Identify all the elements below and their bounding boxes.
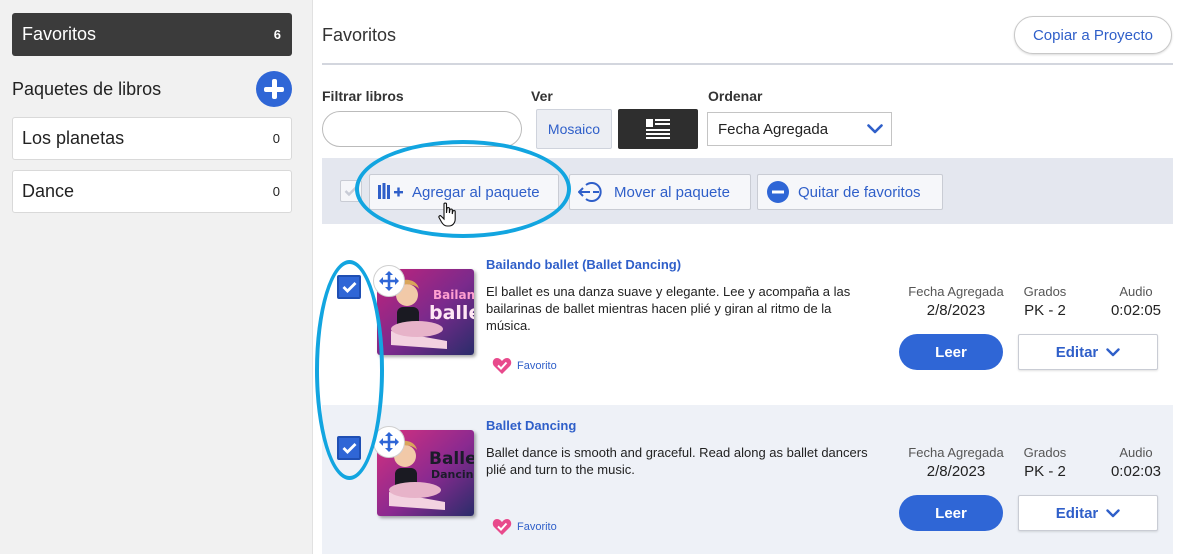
date-added-header: Fecha Agregada: [908, 284, 1004, 299]
svg-text:Bailando: Bailando: [433, 288, 474, 302]
date-added-header: Fecha Agregada: [908, 445, 1004, 460]
check-icon: [342, 443, 356, 454]
book-row: Bailando ballet Bailando ballet (Ballet …: [322, 244, 1173, 404]
add-to-package-label: Agregar al paquete: [412, 183, 540, 201]
book-title[interactable]: Bailando ballet (Ballet Dancing): [486, 257, 681, 272]
grades-value: PK - 2: [1024, 463, 1066, 480]
edit-label: Editar: [1055, 504, 1099, 522]
heart-icon: [492, 519, 512, 535]
list-view-button[interactable]: [618, 109, 698, 149]
package-label: Los planetas: [22, 128, 125, 148]
svg-text:ballet: ballet: [429, 302, 474, 324]
book-row: Ballet Dancing Ballet Dancing Ballet dan…: [322, 405, 1173, 554]
select-all-checkbox[interactable]: [340, 180, 362, 202]
edit-button[interactable]: Editar: [1018, 334, 1158, 370]
sidebar-item-package[interactable]: Los planetas 0: [12, 117, 292, 160]
add-books-icon: [378, 183, 403, 199]
sidebar: Favoritos 6 Paquetes de libros Los plane…: [0, 0, 304, 554]
grades-value: PK - 2: [1024, 302, 1066, 319]
drag-handle[interactable]: [373, 426, 405, 458]
mosaic-view-button[interactable]: Mosaico: [536, 109, 612, 149]
edit-label: Editar: [1055, 343, 1099, 361]
list-view-icon: [646, 119, 670, 139]
remove-from-favorites-label: Quitar de favoritos: [798, 183, 921, 201]
view-label: Ver: [531, 88, 553, 104]
sidebar-item-package[interactable]: Dance 0: [12, 170, 292, 213]
svg-text:Dancing: Dancing: [431, 468, 474, 481]
read-button[interactable]: Leer: [899, 334, 1003, 370]
package-count: 0: [272, 184, 280, 199]
packages-title: Paquetes de libros: [12, 78, 162, 99]
hand-cursor-icon: [438, 202, 456, 227]
check-icon: [344, 186, 358, 197]
packages-header: Paquetes de libros: [12, 71, 292, 107]
heart-icon: [492, 358, 512, 374]
package-count: 0: [272, 131, 280, 146]
divider: [322, 63, 1173, 65]
date-added-value: 2/8/2023: [926, 302, 986, 319]
book-title[interactable]: Ballet Dancing: [486, 418, 576, 433]
drag-handle[interactable]: [373, 265, 405, 297]
minus-circle-icon: [767, 181, 789, 203]
move-to-package-button[interactable]: Mover al paquete: [569, 174, 751, 210]
read-button[interactable]: Leer: [899, 495, 1003, 531]
package-label: Dance: [22, 181, 75, 201]
add-to-package-button[interactable]: Agregar al paquete: [369, 174, 559, 210]
favorite-toggle[interactable]: Favorito: [492, 357, 557, 375]
move-icon: [578, 182, 602, 202]
book-checkbox[interactable]: [337, 275, 361, 299]
chevron-down-icon: [1106, 347, 1120, 356]
copy-to-project-button[interactable]: Copiar a Proyecto: [1014, 16, 1172, 54]
book-checkbox[interactable]: [337, 436, 361, 460]
sidebar-item-favorites[interactable]: Favoritos 6: [12, 13, 292, 56]
page-title: Favoritos: [322, 25, 397, 45]
sidebar-item-count: 6: [273, 27, 281, 42]
favorite-toggle[interactable]: Favorito: [492, 518, 557, 536]
date-added-value: 2/8/2023: [926, 463, 986, 480]
remove-from-favorites-button[interactable]: Quitar de favoritos: [757, 174, 943, 210]
check-icon: [342, 282, 356, 293]
move-to-package-label: Mover al paquete: [614, 183, 730, 201]
grades-header: Grados: [1023, 284, 1067, 299]
audio-value: 0:02:03: [1110, 463, 1162, 480]
edit-button[interactable]: Editar: [1018, 495, 1158, 531]
grades-header: Grados: [1023, 445, 1067, 460]
sort-select[interactable]: Fecha Agregada: [707, 112, 892, 146]
filter-input[interactable]: [322, 111, 522, 147]
chevron-down-icon: [1106, 508, 1120, 517]
favorite-label: Favorito: [517, 521, 557, 533]
move-arrows-icon: [379, 271, 399, 291]
main-panel: Favoritos Copiar a Proyecto Filtrar libr…: [312, 0, 1182, 554]
sort-selected-value: Fecha Agregada: [718, 120, 829, 138]
audio-header: Audio: [1119, 284, 1153, 299]
audio-header: Audio: [1119, 445, 1153, 460]
chevron-down-icon: [867, 124, 883, 134]
add-package-button[interactable]: [256, 71, 292, 107]
book-description: Ballet dance is smooth and graceful. Rea…: [486, 445, 868, 477]
audio-value: 0:02:05: [1110, 302, 1162, 319]
bulk-actions-toolbar: Agregar al paquete Mover al paquete Quit…: [322, 158, 1173, 227]
move-arrows-icon: [379, 432, 399, 452]
book-description: El ballet es una danza suave y elegante.…: [486, 284, 851, 333]
sort-label: Ordenar: [708, 88, 763, 104]
filter-label: Filtrar libros: [322, 88, 404, 104]
sidebar-item-label: Favoritos: [22, 24, 97, 44]
svg-text:Ballet: Ballet: [429, 449, 474, 469]
favorite-label: Favorito: [517, 360, 557, 372]
